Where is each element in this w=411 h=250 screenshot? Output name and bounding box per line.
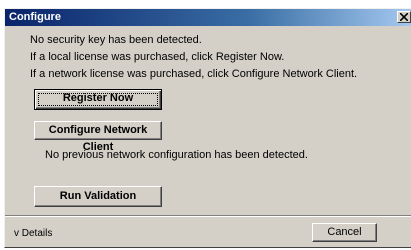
configure-dialog: Configure No security key has been detec… (4, 8, 411, 248)
footer-divider (5, 215, 411, 217)
run-validation-label: Run Validation (59, 190, 137, 202)
window-title: Configure (9, 11, 61, 23)
network-status-message: No previous network configuration has be… (45, 149, 308, 161)
details-toggle[interactable]: v Details (14, 228, 52, 240)
register-now-button[interactable]: Register Now (34, 89, 162, 110)
configure-network-client-button[interactable]: Configure Network Client (34, 121, 162, 153)
local-license-message: If a local license was purchased, click … (30, 51, 285, 63)
close-icon (400, 13, 408, 21)
register-now-label: Register Now (62, 92, 134, 104)
close-button[interactable] (397, 11, 411, 23)
cancel-label: Cancel (327, 226, 362, 238)
no-key-message: No security key has been detected. (30, 34, 202, 46)
run-validation-button[interactable]: Run Validation (34, 186, 162, 207)
title-bar[interactable]: Configure (5, 9, 411, 26)
network-license-message: If a network license was purchased, clic… (30, 68, 358, 80)
cancel-button[interactable]: Cancel (312, 223, 377, 242)
